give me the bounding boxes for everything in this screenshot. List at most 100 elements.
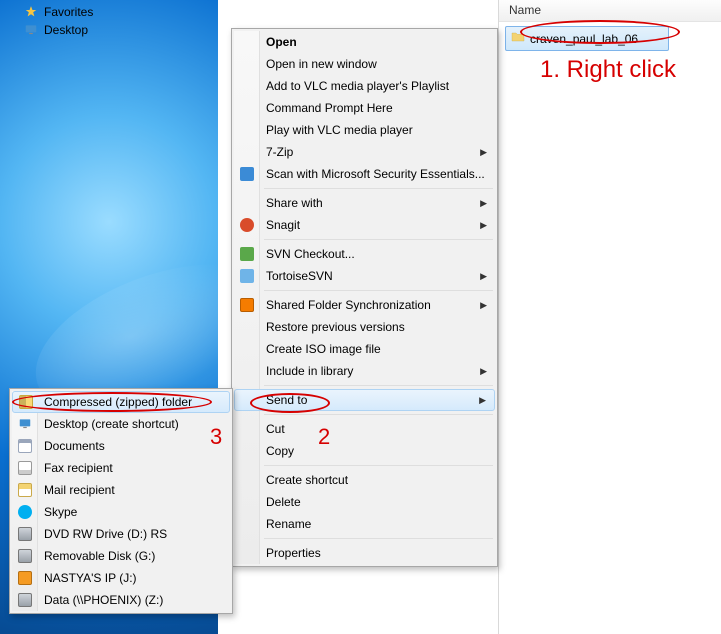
submenu-arrow-icon: ▶	[480, 198, 487, 209]
submenu-arrow-icon: ▶	[480, 147, 487, 158]
column-header-name[interactable]: Name	[499, 0, 721, 22]
sendto-item-documents[interactable]: Documents	[12, 435, 230, 457]
ctx-item-send-to[interactable]: Send to▶	[234, 389, 495, 411]
sendto-item-nastya-s-ip-j[interactable]: NASTYA'S IP (J:)	[12, 567, 230, 589]
drive-icon	[17, 548, 33, 564]
sendto-item-data-phoenix-z[interactable]: Data (\\PHOENIX) (Z:)	[12, 589, 230, 611]
skype-icon	[17, 504, 33, 520]
file-item-selected[interactable]: craven_paul_lab_06	[505, 26, 669, 51]
submenu-arrow-icon: ▶	[480, 271, 487, 282]
ctx-item-svn-checkout[interactable]: SVN Checkout...	[234, 243, 495, 265]
ctx-item-label: Include in library	[266, 364, 473, 378]
snagit-orange-icon	[239, 217, 255, 233]
shield-blue-icon	[239, 166, 255, 182]
ctx-item-open[interactable]: Open	[234, 31, 495, 53]
sendto-item-label: Desktop (create shortcut)	[44, 417, 208, 431]
ctx-item-open-in-new-window[interactable]: Open in new window	[234, 53, 495, 75]
ctx-item-label: Shared Folder Synchronization	[266, 298, 473, 312]
drive-icon	[17, 592, 33, 608]
submenu-arrow-icon: ▶	[480, 366, 487, 377]
context-menu-separator	[264, 385, 493, 386]
ctx-item-label: Copy	[266, 444, 473, 458]
nav-desktop-label: Desktop	[44, 23, 88, 37]
context-menu-separator	[264, 538, 493, 539]
ctx-item-rename[interactable]: Rename	[234, 513, 495, 535]
sync-orange-icon	[239, 297, 255, 313]
fax-icon	[17, 460, 33, 476]
context-menu-main: Open Open in new window Add to VLC media p…	[231, 28, 498, 567]
sendto-item-label: Data (\\PHOENIX) (Z:)	[44, 593, 208, 607]
ctx-item-label: Play with VLC media player	[266, 123, 473, 137]
file-item-label: craven_paul_lab_06	[530, 32, 638, 46]
drive-orange-icon	[17, 570, 33, 586]
sendto-item-label: Fax recipient	[44, 461, 208, 475]
ctx-item-label: 7-Zip	[266, 145, 473, 159]
ctx-item-cut[interactable]: Cut	[234, 418, 495, 440]
desktop-icon	[17, 416, 33, 432]
ctx-item-create-iso-image-file[interactable]: Create ISO image file	[234, 338, 495, 360]
ctx-item-add-to-vlc-media-player-s-playlist[interactable]: Add to VLC media player's Playlist	[234, 75, 495, 97]
ctx-item-scan-with-microsoft-security-essentials[interactable]: Scan with Microsoft Security Essentials.…	[234, 163, 495, 185]
sendto-item-compressed-zipped-folder[interactable]: Compressed (zipped) folder	[12, 391, 230, 413]
ctx-item-label: Cut	[266, 422, 473, 436]
ctx-item-label: Command Prompt Here	[266, 101, 473, 115]
annotation-step3: 3	[210, 424, 222, 450]
ctx-item-label: Create ISO image file	[266, 342, 473, 356]
ctx-item-7-zip[interactable]: 7-Zip ▶	[234, 141, 495, 163]
ctx-item-label: Rename	[266, 517, 473, 531]
ctx-item-share-with[interactable]: Share with ▶	[234, 192, 495, 214]
file-list-pane: Name craven_paul_lab_06	[498, 0, 721, 634]
ctx-item-label: Send to	[266, 393, 473, 407]
nav-favorites-label: Favorites	[44, 5, 93, 19]
ctx-item-properties[interactable]: Properties	[234, 542, 495, 564]
sendto-item-label: Compressed (zipped) folder	[44, 395, 208, 409]
sendto-item-dvd-rw-drive-d-rs[interactable]: DVD RW Drive (D:) RS	[12, 523, 230, 545]
annotation-step2: 2	[318, 424, 330, 450]
sendto-item-label: DVD RW Drive (D:) RS	[44, 527, 208, 541]
ctx-item-label: Open in new window	[266, 57, 473, 71]
sendto-item-removable-disk-g[interactable]: Removable Disk (G:)	[12, 545, 230, 567]
zip-icon	[18, 394, 34, 410]
monitor-icon	[24, 23, 38, 37]
sendto-item-label: Mail recipient	[44, 483, 208, 497]
ctx-item-tortoisesvn[interactable]: TortoiseSVN ▶	[234, 265, 495, 287]
ctx-item-restore-previous-versions[interactable]: Restore previous versions	[234, 316, 495, 338]
submenu-arrow-icon: ▶	[480, 300, 487, 311]
ctx-item-label: TortoiseSVN	[266, 269, 473, 283]
ctx-item-shared-folder-synchronization[interactable]: Shared Folder Synchronization ▶	[234, 294, 495, 316]
tortoise-icon	[239, 268, 255, 284]
ctx-item-play-with-vlc-media-player[interactable]: Play with VLC media player	[234, 119, 495, 141]
context-menu-separator	[264, 290, 493, 291]
sendto-item-label: NASTYA'S IP (J:)	[44, 571, 208, 585]
nav-desktop[interactable]: Desktop	[0, 20, 94, 40]
sendto-item-desktop-create-shortcut[interactable]: Desktop (create shortcut)	[12, 413, 230, 435]
context-menu-sendto: Compressed (zipped) folder Desktop (creat…	[9, 388, 233, 614]
ctx-item-command-prompt-here[interactable]: Command Prompt Here	[234, 97, 495, 119]
star-icon	[24, 5, 38, 19]
ctx-item-label: Snagit	[266, 218, 473, 232]
sendto-item-mail-recipient[interactable]: Mail recipient	[12, 479, 230, 501]
ctx-item-snagit[interactable]: Snagit ▶	[234, 214, 495, 236]
context-menu-separator	[264, 414, 493, 415]
ctx-item-create-shortcut[interactable]: Create shortcut	[234, 469, 495, 491]
doc-icon	[17, 438, 33, 454]
ctx-item-label: Delete	[266, 495, 473, 509]
drive-icon	[17, 526, 33, 542]
ctx-item-copy[interactable]: Copy	[234, 440, 495, 462]
explorer-nav-pane	[218, 0, 498, 30]
ctx-item-label: Add to VLC media player's Playlist	[266, 79, 473, 93]
ctx-item-label: SVN Checkout...	[266, 247, 473, 261]
ctx-item-label: Share with	[266, 196, 473, 210]
sendto-item-fax-recipient[interactable]: Fax recipient	[12, 457, 230, 479]
sendto-item-label: Removable Disk (G:)	[44, 549, 208, 563]
ctx-item-delete[interactable]: Delete	[234, 491, 495, 513]
ctx-item-label: Properties	[266, 546, 473, 560]
ctx-item-label: Restore previous versions	[266, 320, 473, 334]
ctx-item-include-in-library[interactable]: Include in library ▶	[234, 360, 495, 382]
context-menu-separator	[264, 188, 493, 189]
submenu-arrow-icon: ▶	[480, 220, 487, 231]
svn-checkout-icon	[239, 246, 255, 262]
sendto-item-skype[interactable]: Skype	[12, 501, 230, 523]
ctx-item-label: Open	[266, 35, 473, 49]
nav-favorites[interactable]: Favorites	[0, 2, 99, 22]
